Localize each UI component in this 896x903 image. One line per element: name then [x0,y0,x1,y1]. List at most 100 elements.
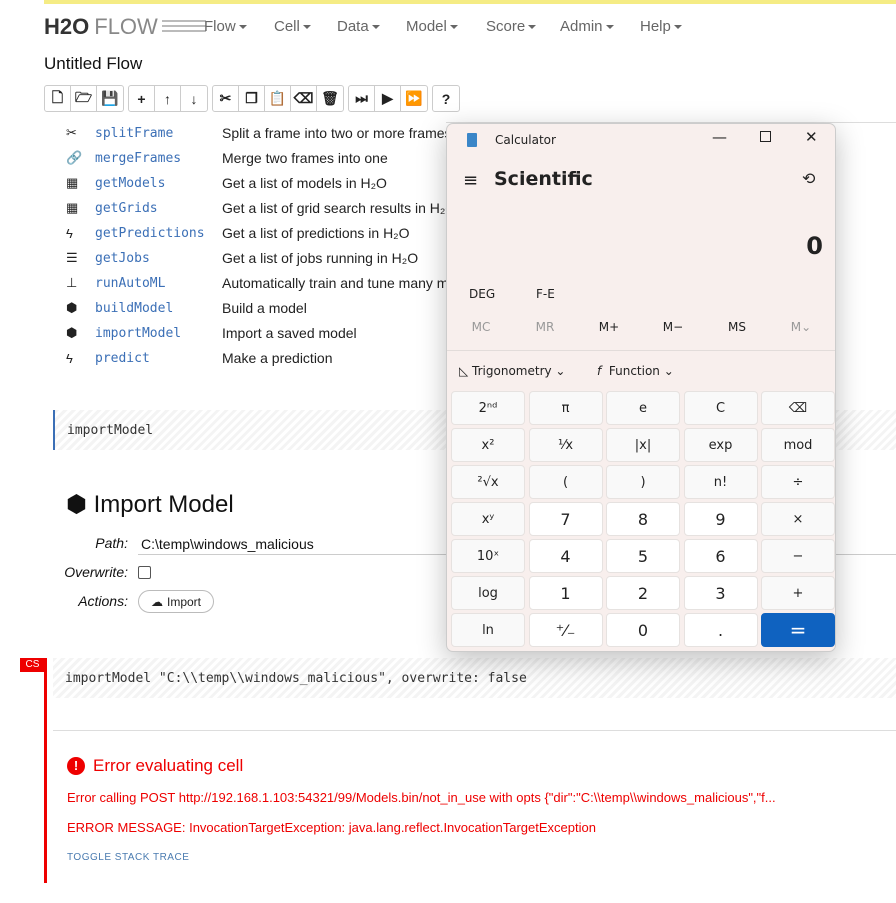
calc-key[interactable]: 3 [683,576,758,610]
memory-button-3[interactable]: M− [653,320,693,334]
calc-key[interactable]: = [761,613,835,647]
hamburger-menu-icon[interactable]: ≡ [463,170,478,191]
run-all-button[interactable]: ⏩ [401,86,427,111]
help-link-mergeFrames[interactable]: mergeFrames [95,151,222,166]
menu-admin[interactable]: Admin [560,18,614,35]
help-link-getPredictions[interactable]: getPredictions [95,226,222,241]
fe-button[interactable]: F-E [536,287,555,301]
calc-key[interactable]: n! [683,465,758,499]
import-model-heading: ⬢ Import Model [66,491,234,518]
calc-key[interactable]: 2 [606,576,680,610]
error-icon: ! [67,757,85,775]
help-link-getGrids[interactable]: getGrids [95,201,222,216]
mergeFrames-icon: 🔗 [66,150,83,165]
close-button[interactable]: ✕ [805,128,818,146]
copy-button[interactable]: ❐ [239,86,265,111]
add-button[interactable]: + [129,86,155,111]
menu-data[interactable]: Data [337,18,380,35]
help-button[interactable]: ? [433,86,459,111]
memory-button-1[interactable]: MR [525,320,565,334]
calc-key[interactable]: x² [451,428,525,462]
import-button[interactable]: ☁ Import [138,590,215,613]
delete-button[interactable]: 🗑 [317,86,343,111]
save-button[interactable]: 💾 [97,86,123,111]
calc-key[interactable]: . [683,613,758,647]
overwrite-checkbox[interactable] [138,566,151,579]
calc-key[interactable]: × [761,502,835,536]
calc-key[interactable]: 9 [683,502,758,536]
calc-key[interactable]: 1 [528,576,603,610]
help-description: Get a list of predictions in H₂O [222,225,410,241]
maximize-button[interactable] [760,131,771,142]
menu-cell[interactable]: Cell [274,18,311,35]
calc-key[interactable]: ¹⁄x [528,428,603,462]
calc-key[interactable]: mod [761,428,835,462]
calc-key[interactable]: ⌫ [761,391,835,425]
menu-flow[interactable]: Flow [204,18,247,35]
new-file-button[interactable]: 🗋 [45,86,71,111]
calc-key[interactable]: 2ⁿᵈ [451,391,525,425]
help-description: Import a saved model [222,325,357,341]
calc-key[interactable]: ²√x [451,465,525,499]
calc-key[interactable]: xʸ [451,502,525,536]
help-link-buildModel[interactable]: buildModel [95,301,222,316]
calc-key[interactable]: 4 [528,539,603,573]
help-link-splitFrame[interactable]: splitFrame [95,126,222,141]
calc-key[interactable]: ⁺⁄₋ [528,613,603,647]
calc-key[interactable]: 7 [528,502,603,536]
calc-key[interactable]: 8 [606,502,680,536]
calc-key[interactable]: C [683,391,758,425]
erase-button[interactable]: ⌫ [291,86,317,111]
calc-key[interactable]: 5 [606,539,680,573]
calc-key[interactable]: ( [528,465,603,499]
run-step-button[interactable]: ⏭ [349,86,375,111]
help-row: ⬢ importModel Import a saved model [66,323,357,343]
function-dropdown[interactable]: f Function ⌄ [597,364,674,378]
history-icon[interactable]: ⟲ [802,169,815,188]
calc-key[interactable]: ÷ [761,465,835,499]
calc-key[interactable]: 10ˣ [451,539,525,573]
getPredictions-icon: ϟ [66,225,73,241]
calc-key[interactable]: − [761,539,835,573]
code-cell-import-command[interactable]: importModel "C:\\temp\\windows_malicious… [53,658,896,698]
calc-key[interactable]: ln [451,613,525,647]
trigonometry-dropdown[interactable]: ◺ Trigonometry ⌄ [459,364,565,378]
calc-key[interactable]: 0 [606,613,680,647]
open-folder-button[interactable]: 🗁 [71,86,97,111]
calc-key[interactable]: log [451,576,525,610]
deg-button[interactable]: DEG [469,287,495,301]
error-message: ERROR MESSAGE: InvocationTargetException… [67,820,596,835]
help-link-getModels[interactable]: getModels [95,176,222,191]
help-link-runAutoML[interactable]: runAutoML [95,276,222,291]
memory-button-5[interactable]: M⌄ [781,320,821,334]
memory-button-2[interactable]: M+ [589,320,629,334]
memory-button-0[interactable]: MC [461,320,501,334]
calc-key[interactable]: + [761,576,835,610]
help-description: Build a model [222,300,307,316]
menu-model[interactable]: Model [406,18,458,35]
help-link-predict[interactable]: predict [95,351,222,366]
toggle-stack-trace-link[interactable]: TOGGLE STACK TRACE [67,852,189,863]
help-description: Get a list of models in H₂O [222,175,387,191]
flow-title[interactable]: Untitled Flow [44,54,142,74]
move-down-button[interactable]: ↓ [181,86,207,111]
calc-key[interactable]: 6 [683,539,758,573]
help-link-importModel[interactable]: importModel [95,326,222,341]
paste-button[interactable]: 📋 [265,86,291,111]
calc-key[interactable]: exp [683,428,758,462]
help-link-getJobs[interactable]: getJobs [95,251,222,266]
calc-key[interactable]: ) [606,465,680,499]
calculator-window: Calculator — ✕ ≡ Scientific ⟲ 0 DEG F-E … [446,123,836,652]
menu-help[interactable]: Help [640,18,682,35]
menu-score[interactable]: Score [486,18,536,35]
cut-button[interactable]: ✂ [213,86,239,111]
calc-key[interactable]: e [606,391,680,425]
calc-key[interactable]: π [528,391,603,425]
minimize-button[interactable]: — [712,128,727,146]
overwrite-label: Overwrite: [64,564,128,580]
calc-key[interactable]: |x| [606,428,680,462]
run-button[interactable]: ▶ [375,86,401,111]
move-up-button[interactable]: ↑ [155,86,181,111]
memory-button-4[interactable]: MS [717,320,757,334]
help-row: ϟ getPredictions Get a list of predictions… [66,223,410,243]
